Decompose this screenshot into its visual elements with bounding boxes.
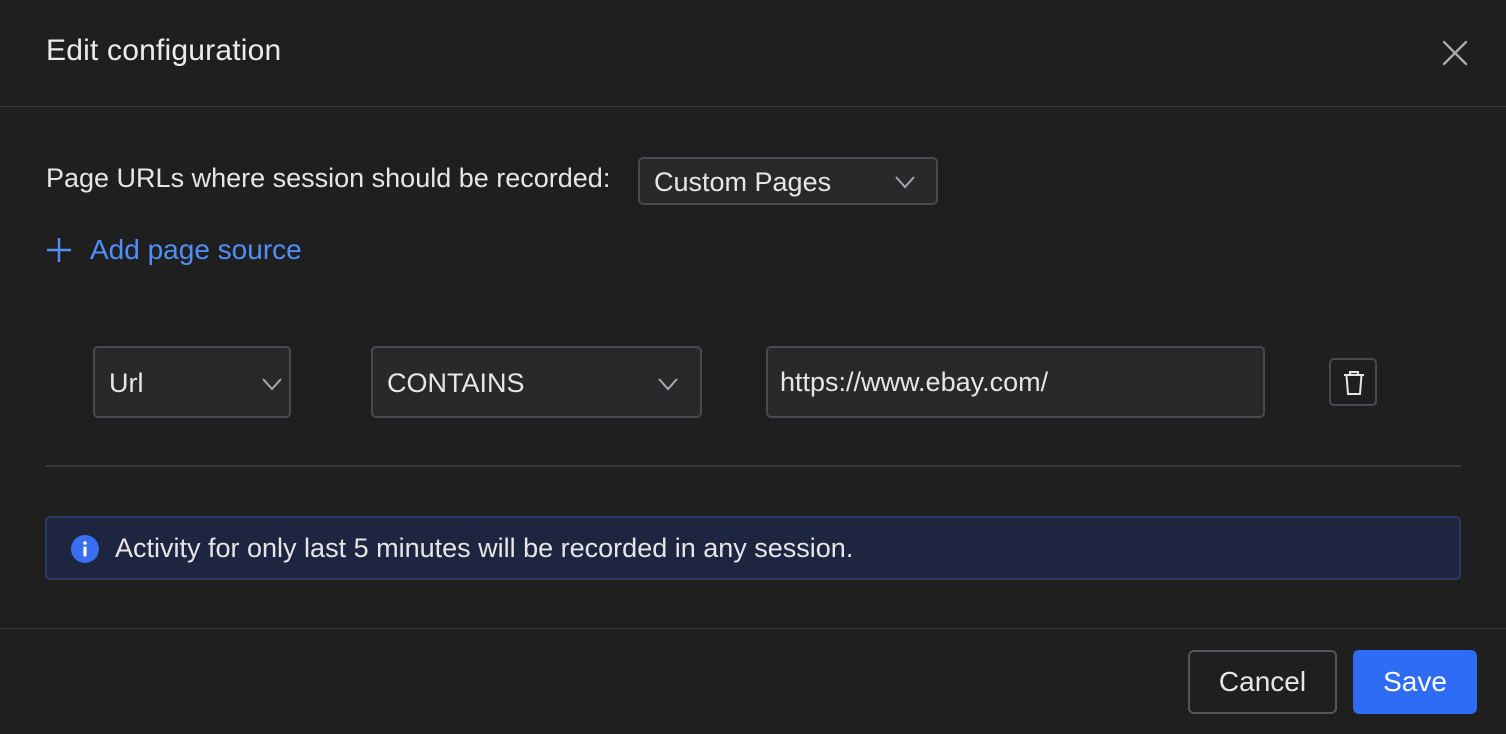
edit-configuration-dialog: Edit configuration Page URLs where sessi… (0, 0, 1506, 734)
dialog-title: Edit configuration (46, 34, 282, 67)
chevron-down-icon (262, 378, 282, 391)
info-icon (71, 535, 99, 563)
rule-field-select[interactable]: Url (93, 346, 291, 418)
rule-field-value: Url (109, 368, 144, 398)
trash-icon (1344, 371, 1364, 395)
chevron-down-icon (895, 176, 915, 189)
rule-operator-select[interactable]: CONTAINS (371, 346, 702, 418)
add-page-source-label: Add page source (90, 234, 302, 265)
rule-value-input[interactable] (766, 346, 1265, 418)
page-urls-select-value: Custom Pages (654, 167, 832, 197)
page-urls-label: Page URLs where session should be record… (46, 163, 611, 193)
dialog-header: Edit configuration (0, 0, 1506, 107)
save-button[interactable]: Save (1353, 650, 1477, 714)
info-banner-text: Activity for only last 5 minutes will be… (115, 533, 854, 563)
delete-rule-button[interactable] (1329, 358, 1377, 406)
cancel-button[interactable]: Cancel (1188, 650, 1337, 714)
page-urls-select[interactable]: Custom Pages (638, 157, 938, 205)
close-button[interactable] (1438, 36, 1472, 70)
dialog-footer: Cancel Save (0, 628, 1506, 734)
section-divider (46, 465, 1461, 467)
close-icon (1442, 40, 1468, 66)
rule-operator-value: CONTAINS (387, 368, 525, 398)
plus-icon (47, 238, 71, 262)
info-banner: Activity for only last 5 minutes will be… (45, 516, 1461, 580)
add-page-source-button[interactable]: Add page source (46, 232, 302, 268)
chevron-down-icon (658, 378, 678, 391)
